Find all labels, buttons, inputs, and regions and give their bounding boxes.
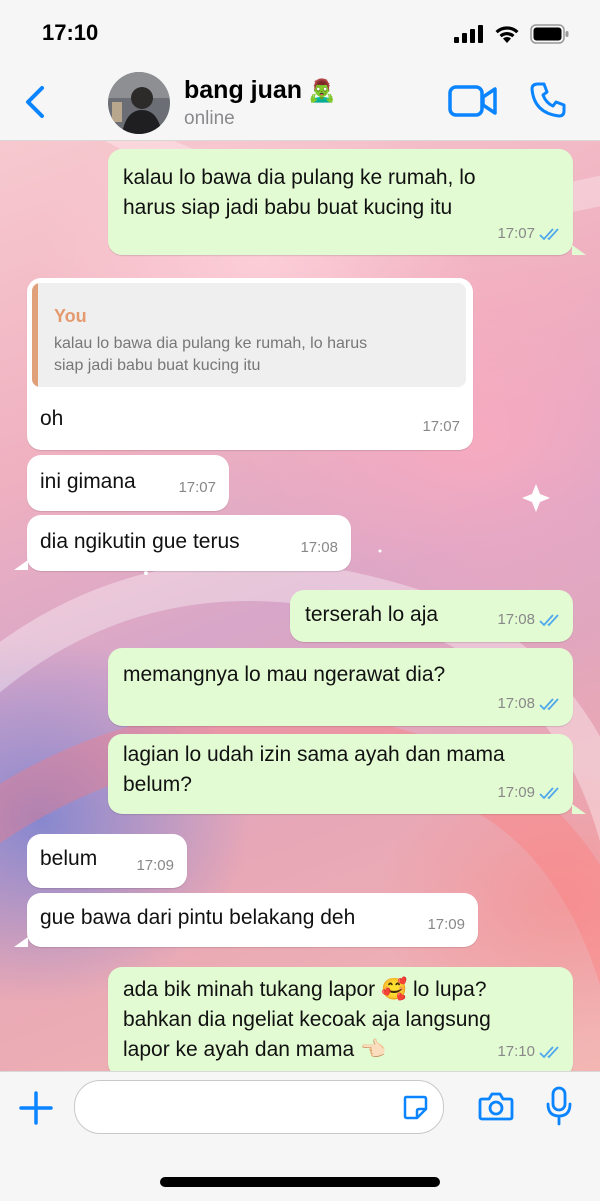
wifi-icon	[495, 25, 519, 43]
message-text: kalau lo bawa dia pulang ke rumah, lo ha…	[123, 166, 476, 219]
message-text: lagian lo udah izin sama ayah dan mama b…	[123, 743, 505, 796]
message-meta: 17:09	[427, 910, 465, 940]
message-time: 17:08	[497, 695, 535, 712]
plus-icon[interactable]	[18, 1090, 54, 1126]
message-bubble-incoming[interactable]: gue bawa dari pintu belakang deh 17:09	[27, 893, 478, 947]
bubble-tail	[572, 804, 586, 814]
message-text: oh	[40, 407, 64, 430]
quote-text: kalau lo bawa dia pulang ke rumah, lo ha…	[54, 335, 368, 374]
message-time: 17:08	[300, 539, 338, 556]
message-meta: 17:07	[497, 219, 563, 249]
status-icons	[454, 24, 570, 44]
avatar[interactable]	[108, 72, 170, 134]
message-bubble-outgoing[interactable]: lagian lo udah izin sama ayah dan mama b…	[108, 734, 573, 814]
message-bubble-incoming[interactable]: dia ngikutin gue terus 17:08	[27, 515, 351, 571]
message-input-bar	[0, 1071, 600, 1201]
quote-bar	[32, 283, 38, 387]
camera-icon[interactable]	[478, 1090, 514, 1122]
bubble-tail	[14, 560, 28, 570]
read-ticks-icon	[539, 698, 559, 711]
signal-icon	[454, 25, 483, 43]
read-ticks-icon	[539, 787, 559, 800]
sparkle-icon	[522, 484, 550, 512]
message-meta: 17:08	[497, 605, 563, 635]
message-text: belum	[40, 847, 98, 870]
message-bubble-outgoing[interactable]: terserah lo aja 17:08	[290, 590, 573, 642]
message-time: 17:09	[497, 784, 535, 801]
microphone-icon[interactable]	[546, 1086, 572, 1126]
message-bubble-incoming[interactable]: You kalau lo bawa dia pulang ke rumah, l…	[27, 278, 473, 450]
message-time: 17:07	[497, 225, 535, 242]
video-call-icon[interactable]	[448, 84, 498, 118]
quote-sender: You	[54, 306, 87, 326]
sticker-icon[interactable]	[401, 1093, 429, 1121]
chat-area[interactable]: kalau lo bawa dia pulang ke rumah, lo ha…	[0, 141, 600, 1071]
message-meta: 17:08	[497, 689, 563, 719]
message-time: 17:07	[178, 479, 216, 496]
message-meta: 17:09	[497, 778, 563, 808]
message-time: 17:09	[136, 857, 174, 874]
message-meta: 17:09	[136, 851, 174, 881]
message-text: terserah lo aja	[305, 603, 439, 626]
bubble-tail	[572, 245, 586, 255]
read-ticks-icon	[539, 614, 559, 627]
message-text: ini gimana	[40, 470, 136, 493]
message-meta: 17:10	[497, 1037, 563, 1067]
message-meta: 17:07	[178, 473, 216, 503]
message-bubble-incoming[interactable]: belum 17:09	[27, 834, 187, 888]
message-input[interactable]	[74, 1080, 444, 1134]
phone-icon[interactable]	[528, 80, 568, 120]
message-time: 17:08	[497, 611, 535, 628]
bubble-tail	[14, 937, 28, 947]
chat-header: bang juan 🧟‍♂️ online	[0, 66, 600, 141]
message-time: 17:07	[422, 418, 460, 435]
contact-name-text: bang juan	[184, 76, 303, 104]
message-bubble-incoming[interactable]: ini gimana 17:07	[27, 455, 229, 511]
contact-name[interactable]: bang juan 🧟‍♂️	[184, 76, 335, 105]
battery-icon	[530, 24, 569, 44]
status-bar: 17:10	[0, 0, 600, 66]
message-meta: 17:08	[300, 533, 338, 563]
message-text: ada bik minah tukang lapor 🥰 lo lupa? ba…	[123, 978, 491, 1061]
contact-emoji: 🧟‍♂️	[308, 77, 336, 103]
read-ticks-icon	[539, 1046, 559, 1059]
contact-status: online	[184, 108, 235, 129]
quoted-message[interactable]: You kalau lo bawa dia pulang ke rumah, l…	[32, 283, 466, 387]
message-bubble-outgoing[interactable]: kalau lo bawa dia pulang ke rumah, lo ha…	[108, 149, 573, 255]
message-text: dia ngikutin gue terus	[40, 530, 240, 553]
message-time: 17:09	[427, 916, 465, 933]
status-time: 17:10	[42, 20, 99, 45]
message-text: gue bawa dari pintu belakang deh	[40, 906, 356, 929]
message-time: 17:10	[497, 1043, 535, 1060]
message-text: memangnya lo mau ngerawat dia?	[123, 663, 446, 686]
message-meta: 17:07	[422, 412, 460, 442]
read-ticks-icon	[539, 228, 559, 241]
avatar-photo	[108, 72, 170, 134]
message-bubble-outgoing[interactable]: ada bik minah tukang lapor 🥰 lo lupa? ba…	[108, 967, 573, 1071]
back-chevron-icon[interactable]	[18, 82, 54, 122]
home-indicator	[160, 1177, 440, 1187]
message-bubble-outgoing[interactable]: memangnya lo mau ngerawat dia? 17:08	[108, 648, 573, 726]
